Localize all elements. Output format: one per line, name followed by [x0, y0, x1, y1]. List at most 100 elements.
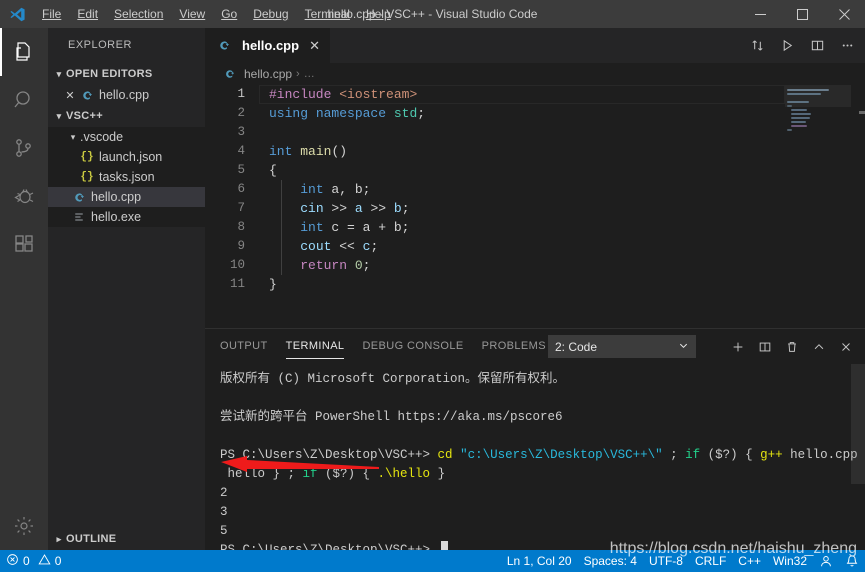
terminal-span: } — [430, 467, 446, 481]
menu-item-debug[interactable]: Debug — [245, 0, 296, 28]
status-eol-label: CRLF — [694, 554, 727, 568]
code-token: << — [331, 239, 363, 254]
status-language-mode[interactable]: C++ — [732, 550, 767, 572]
cpp-icon — [215, 39, 233, 52]
status-platform-target-label: Win32 — [772, 554, 807, 568]
status-language-mode-label: C++ — [738, 554, 761, 568]
tree-item-tasks-json[interactable]: {} tasks.json — [48, 167, 205, 187]
minimap-line — [791, 125, 807, 127]
cpp-icon — [70, 191, 88, 204]
json-icon: {} — [80, 151, 94, 163]
tree-item-hello-exe[interactable]: hello.exe — [48, 207, 205, 227]
status-account-icon[interactable] — [813, 550, 839, 572]
menu-bar[interactable]: File Edit Selection View Go Debug Termin… — [34, 0, 399, 28]
maximize-panel-icon[interactable] — [806, 334, 832, 360]
menu-item-selection[interactable]: Selection — [106, 0, 171, 28]
status-errors[interactable]: 0 0 — [0, 550, 67, 572]
menu-item-edit[interactable]: Edit — [69, 0, 106, 28]
close-button[interactable] — [823, 0, 865, 28]
code-text: { — [259, 161, 277, 180]
activity-search-icon[interactable] — [0, 76, 48, 124]
cpp-icon — [78, 89, 96, 102]
menu-item-help[interactable]: Help — [358, 0, 399, 28]
terminal-span: cd — [437, 448, 461, 462]
tree-item-launch-json[interactable]: {} launch.json — [48, 147, 205, 167]
code-editor[interactable]: 1 #include <iostream> 2 using namespace std… — [205, 85, 865, 328]
menu-item-go[interactable]: Go — [213, 0, 245, 28]
maximize-button[interactable] — [781, 0, 823, 28]
terminal-selector-dropdown[interactable]: 2: Code — [548, 335, 696, 358]
section-workspace-folder[interactable]: ▾ VSC++ — [48, 105, 205, 127]
breadcrumb[interactable]: hello.cpp › … — [205, 63, 865, 85]
split-editor-icon[interactable] — [803, 32, 831, 60]
activity-source-control-icon[interactable] — [0, 124, 48, 172]
close-icon[interactable]: ✕ — [62, 89, 78, 102]
section-open-editors[interactable]: ▾ OPEN EDITORS — [48, 63, 205, 85]
editor-actions — [743, 28, 861, 63]
panel-tab-problems[interactable]: PROBLEMS — [482, 329, 546, 364]
status-eol[interactable]: CRLF — [689, 550, 732, 572]
menu-item-view[interactable]: View — [171, 0, 213, 28]
status-encoding[interactable]: UTF-8 — [643, 550, 689, 572]
activity-explorer-icon[interactable] — [0, 28, 48, 76]
run-code-icon[interactable] — [773, 32, 801, 60]
activity-debug-icon[interactable] — [0, 172, 48, 220]
terminal-line: 尝试新的跨平台 PowerShell https://aka.ms/pscore… — [220, 408, 865, 427]
code-token: using — [269, 106, 309, 121]
panel-actions — [725, 329, 859, 364]
split-terminal-icon[interactable] — [752, 334, 778, 360]
code-token: #include — [269, 87, 332, 102]
minimap[interactable] — [785, 85, 851, 328]
close-panel-icon[interactable] — [833, 334, 859, 360]
new-terminal-icon[interactable] — [725, 334, 751, 360]
terminal-span: 3 — [220, 505, 228, 519]
code-token: int — [300, 220, 324, 235]
status-cursor-position[interactable]: Ln 1, Col 20 — [501, 550, 578, 572]
terminal-span: 尝试新的跨平台 PowerShell https://aka.ms/pscore… — [220, 410, 563, 424]
close-icon[interactable]: ✕ — [309, 38, 320, 54]
overview-ruler-mark — [859, 111, 865, 114]
status-bell-icon[interactable] — [839, 550, 865, 572]
minimize-button[interactable] — [739, 0, 781, 28]
minimap-line — [787, 129, 792, 131]
status-indentation[interactable]: Spaces: 4 — [578, 550, 643, 572]
terminal-span: if — [302, 467, 318, 481]
panel-tab-label: OUTPUT — [220, 340, 268, 352]
breadcrumb-file[interactable]: hello.cpp — [244, 67, 292, 81]
panel-tab-debug-console[interactable]: DEBUG CONSOLE — [362, 329, 463, 364]
tree-item-vscode-folder[interactable]: ▾ .vscode — [48, 127, 205, 147]
breadcrumb-tail[interactable]: … — [304, 68, 315, 80]
menu-item-terminal[interactable]: Terminal — [297, 0, 358, 28]
activity-extensions-icon[interactable] — [0, 220, 48, 268]
terminal-scrollbar[interactable] — [851, 364, 865, 484]
terminal-span: hello } ; — [220, 467, 303, 481]
editor-scrollbar[interactable] — [851, 85, 865, 328]
kill-terminal-icon[interactable] — [779, 334, 805, 360]
section-outline[interactable]: ▸ OUTLINE — [48, 528, 205, 550]
terminal-span: g++ — [760, 448, 783, 462]
toggle-source-header-icon[interactable] — [743, 32, 771, 60]
terminal-output[interactable]: 版权所有 (C) Microsoft Corporation。保留所有权利。 尝试… — [205, 364, 865, 551]
chevron-down-icon: ▾ — [56, 110, 62, 121]
code-token: } — [269, 277, 277, 292]
menu-item-file[interactable]: File — [34, 0, 69, 28]
panel-tab-terminal[interactable]: TERMINAL — [285, 329, 345, 364]
section-outline-label: OUTLINE — [66, 533, 117, 545]
open-editor-label: hello.cpp — [99, 88, 150, 102]
code-token: <iostream> — [339, 87, 418, 102]
editor-tab-hello-cpp[interactable]: hello.cpp ✕ — [205, 28, 331, 63]
panel-tab-output[interactable]: OUTPUT — [220, 329, 268, 364]
code-text: int a, b; — [259, 180, 370, 199]
code-line: 11} — [205, 275, 865, 294]
json-icon: {} — [80, 171, 94, 183]
code-token: { — [269, 163, 277, 178]
sidebar-explorer: EXPLORER ▾ OPEN EDITORS ✕ hello.cpp ▾ VS… — [48, 28, 205, 550]
code-text: int main() — [259, 142, 347, 161]
status-platform-target[interactable]: Win32 — [767, 550, 813, 572]
tree-item-hello-cpp[interactable]: hello.cpp — [48, 187, 205, 207]
activity-manage-gear-icon[interactable] — [0, 502, 48, 550]
open-editor-item-hello-cpp[interactable]: ✕ hello.cpp — [48, 85, 205, 105]
more-actions-icon[interactable] — [833, 32, 861, 60]
